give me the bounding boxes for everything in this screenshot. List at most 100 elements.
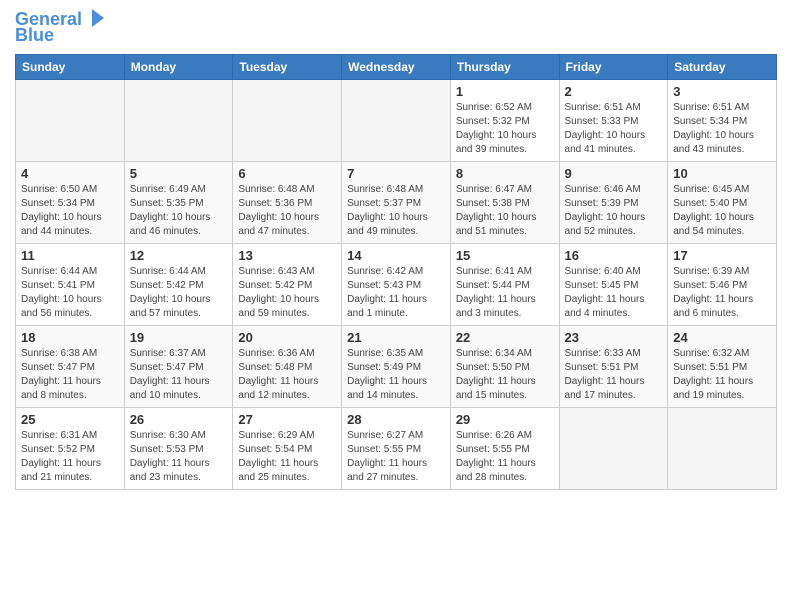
day-of-week-header: Friday xyxy=(559,54,668,79)
calendar-cell: 16 Sunrise: 6:40 AM Sunset: 5:45 PM Dayli… xyxy=(559,243,668,325)
day-number: 20 xyxy=(238,330,336,345)
calendar-header-row: SundayMondayTuesdayWednesdayThursdayFrid… xyxy=(16,54,777,79)
day-number: 16 xyxy=(565,248,663,263)
calendar-week-row: 4 Sunrise: 6:50 AM Sunset: 5:34 PM Daylig… xyxy=(16,161,777,243)
day-of-week-header: Sunday xyxy=(16,54,125,79)
calendar-cell: 19Sunrise: 6:37 AM Sunset: 5:47 PM Dayli… xyxy=(124,325,233,407)
day-info: Sunrise: 6:32 AM Sunset: 5:51 PM Dayligh… xyxy=(673,347,771,403)
calendar-cell xyxy=(233,79,342,161)
calendar-cell: 22 Sunrise: 6:34 AM Sunset: 5:50 PM Dayli… xyxy=(450,325,559,407)
calendar-cell: 1 Sunrise: 6:52 AM Sunset: 5:32 PM Daylig… xyxy=(450,79,559,161)
day-info: Sunrise: 6:42 AM Sunset: 5:43 PM Dayligh… xyxy=(347,265,445,321)
day-info: Sunrise: 6:35 AM Sunset: 5:49 PM Dayligh… xyxy=(347,347,445,403)
day-number: 4 xyxy=(21,166,119,181)
calendar-cell xyxy=(559,407,668,489)
calendar-cell: 13 Sunrise: 6:43 AM Sunset: 5:42 PM Dayli… xyxy=(233,243,342,325)
calendar-cell: 14 Sunrise: 6:42 AM Sunset: 5:43 PM Dayli… xyxy=(342,243,451,325)
day-number: 9 xyxy=(565,166,663,181)
calendar-cell: 24 Sunrise: 6:32 AM Sunset: 5:51 PM Dayli… xyxy=(668,325,777,407)
day-info: Sunrise: 6:44 AM Sunset: 5:41 PM Dayligh… xyxy=(21,265,119,321)
day-number: 26 xyxy=(130,412,228,427)
calendar-cell: 23 Sunrise: 6:33 AM Sunset: 5:51 PM Dayli… xyxy=(559,325,668,407)
day-number: 5 xyxy=(130,166,228,181)
calendar-cell: 10 Sunrise: 6:45 AM Sunset: 5:40 PM Dayli… xyxy=(668,161,777,243)
day-number: 3 xyxy=(673,84,771,99)
day-info: Sunrise: 6:37 AM Sunset: 5:47 PM Dayligh… xyxy=(130,347,228,403)
day-info: Sunrise: 6:51 AM Sunset: 5:33 PM Dayligh… xyxy=(565,101,663,157)
day-of-week-header: Saturday xyxy=(668,54,777,79)
day-info: Sunrise: 6:41 AM Sunset: 5:44 PM Dayligh… xyxy=(456,265,554,321)
calendar-cell: 26 Sunrise: 6:30 AM Sunset: 5:53 PM Dayli… xyxy=(124,407,233,489)
calendar-cell: 29 Sunrise: 6:26 AM Sunset: 5:55 PM Dayli… xyxy=(450,407,559,489)
day-info: Sunrise: 6:48 AM Sunset: 5:37 PM Dayligh… xyxy=(347,183,445,239)
day-number: 11 xyxy=(21,248,119,263)
calendar-week-row: 25 Sunrise: 6:31 AM Sunset: 5:52 PM Dayli… xyxy=(16,407,777,489)
day-number: 21 xyxy=(347,330,445,345)
calendar-cell: 7Sunrise: 6:48 AM Sunset: 5:37 PM Daylig… xyxy=(342,161,451,243)
day-number: 8 xyxy=(456,166,554,181)
calendar-cell: 6 Sunrise: 6:48 AM Sunset: 5:36 PM Daylig… xyxy=(233,161,342,243)
day-of-week-header: Wednesday xyxy=(342,54,451,79)
day-info: Sunrise: 6:31 AM Sunset: 5:52 PM Dayligh… xyxy=(21,429,119,485)
header: General Blue xyxy=(15,10,777,46)
day-number: 13 xyxy=(238,248,336,263)
day-info: Sunrise: 6:33 AM Sunset: 5:51 PM Dayligh… xyxy=(565,347,663,403)
page-container: General Blue SundayMondayTuesdayWednesda… xyxy=(0,0,792,500)
day-info: Sunrise: 6:50 AM Sunset: 5:34 PM Dayligh… xyxy=(21,183,119,239)
day-number: 24 xyxy=(673,330,771,345)
calendar-table: SundayMondayTuesdayWednesdayThursdayFrid… xyxy=(15,54,777,490)
calendar-cell: 4 Sunrise: 6:50 AM Sunset: 5:34 PM Daylig… xyxy=(16,161,125,243)
day-number: 18 xyxy=(21,330,119,345)
calendar-week-row: 1 Sunrise: 6:52 AM Sunset: 5:32 PM Daylig… xyxy=(16,79,777,161)
day-number: 22 xyxy=(456,330,554,345)
day-info: Sunrise: 6:34 AM Sunset: 5:50 PM Dayligh… xyxy=(456,347,554,403)
day-info: Sunrise: 6:44 AM Sunset: 5:42 PM Dayligh… xyxy=(130,265,228,321)
day-info: Sunrise: 6:47 AM Sunset: 5:38 PM Dayligh… xyxy=(456,183,554,239)
day-number: 1 xyxy=(456,84,554,99)
calendar-cell: 17 Sunrise: 6:39 AM Sunset: 5:46 PM Dayli… xyxy=(668,243,777,325)
day-info: Sunrise: 6:51 AM Sunset: 5:34 PM Dayligh… xyxy=(673,101,771,157)
day-number: 28 xyxy=(347,412,445,427)
day-info: Sunrise: 6:52 AM Sunset: 5:32 PM Dayligh… xyxy=(456,101,554,157)
day-info: Sunrise: 6:27 AM Sunset: 5:55 PM Dayligh… xyxy=(347,429,445,485)
day-number: 14 xyxy=(347,248,445,263)
day-number: 17 xyxy=(673,248,771,263)
logo-icon xyxy=(84,7,106,29)
calendar-cell xyxy=(668,407,777,489)
day-info: Sunrise: 6:26 AM Sunset: 5:55 PM Dayligh… xyxy=(456,429,554,485)
day-number: 6 xyxy=(238,166,336,181)
day-info: Sunrise: 6:49 AM Sunset: 5:35 PM Dayligh… xyxy=(130,183,228,239)
day-number: 23 xyxy=(565,330,663,345)
day-info: Sunrise: 6:46 AM Sunset: 5:39 PM Dayligh… xyxy=(565,183,663,239)
day-number: 27 xyxy=(238,412,336,427)
day-info: Sunrise: 6:29 AM Sunset: 5:54 PM Dayligh… xyxy=(238,429,336,485)
calendar-cell: 15 Sunrise: 6:41 AM Sunset: 5:44 PM Dayli… xyxy=(450,243,559,325)
calendar-cell: 21 Sunrise: 6:35 AM Sunset: 5:49 PM Dayli… xyxy=(342,325,451,407)
calendar-cell: 27 Sunrise: 6:29 AM Sunset: 5:54 PM Dayli… xyxy=(233,407,342,489)
day-number: 12 xyxy=(130,248,228,263)
day-number: 29 xyxy=(456,412,554,427)
day-of-week-header: Thursday xyxy=(450,54,559,79)
day-number: 2 xyxy=(565,84,663,99)
calendar-cell: 3 Sunrise: 6:51 AM Sunset: 5:34 PM Daylig… xyxy=(668,79,777,161)
calendar-cell: 20Sunrise: 6:36 AM Sunset: 5:48 PM Dayli… xyxy=(233,325,342,407)
day-info: Sunrise: 6:48 AM Sunset: 5:36 PM Dayligh… xyxy=(238,183,336,239)
day-number: 25 xyxy=(21,412,119,427)
day-info: Sunrise: 6:40 AM Sunset: 5:45 PM Dayligh… xyxy=(565,265,663,321)
day-info: Sunrise: 6:45 AM Sunset: 5:40 PM Dayligh… xyxy=(673,183,771,239)
calendar-cell: 5 Sunrise: 6:49 AM Sunset: 5:35 PM Daylig… xyxy=(124,161,233,243)
day-number: 10 xyxy=(673,166,771,181)
logo-text-blue: Blue xyxy=(15,26,54,46)
day-info: Sunrise: 6:30 AM Sunset: 5:53 PM Dayligh… xyxy=(130,429,228,485)
calendar-cell: 28 Sunrise: 6:27 AM Sunset: 5:55 PM Dayli… xyxy=(342,407,451,489)
day-info: Sunrise: 6:39 AM Sunset: 5:46 PM Dayligh… xyxy=(673,265,771,321)
day-of-week-header: Tuesday xyxy=(233,54,342,79)
calendar-cell: 12 Sunrise: 6:44 AM Sunset: 5:42 PM Dayli… xyxy=(124,243,233,325)
calendar-cell: 8 Sunrise: 6:47 AM Sunset: 5:38 PM Daylig… xyxy=(450,161,559,243)
calendar-cell xyxy=(342,79,451,161)
day-info: Sunrise: 6:43 AM Sunset: 5:42 PM Dayligh… xyxy=(238,265,336,321)
day-info: Sunrise: 6:38 AM Sunset: 5:47 PM Dayligh… xyxy=(21,347,119,403)
day-number: 15 xyxy=(456,248,554,263)
day-of-week-header: Monday xyxy=(124,54,233,79)
calendar-cell: 2 Sunrise: 6:51 AM Sunset: 5:33 PM Daylig… xyxy=(559,79,668,161)
